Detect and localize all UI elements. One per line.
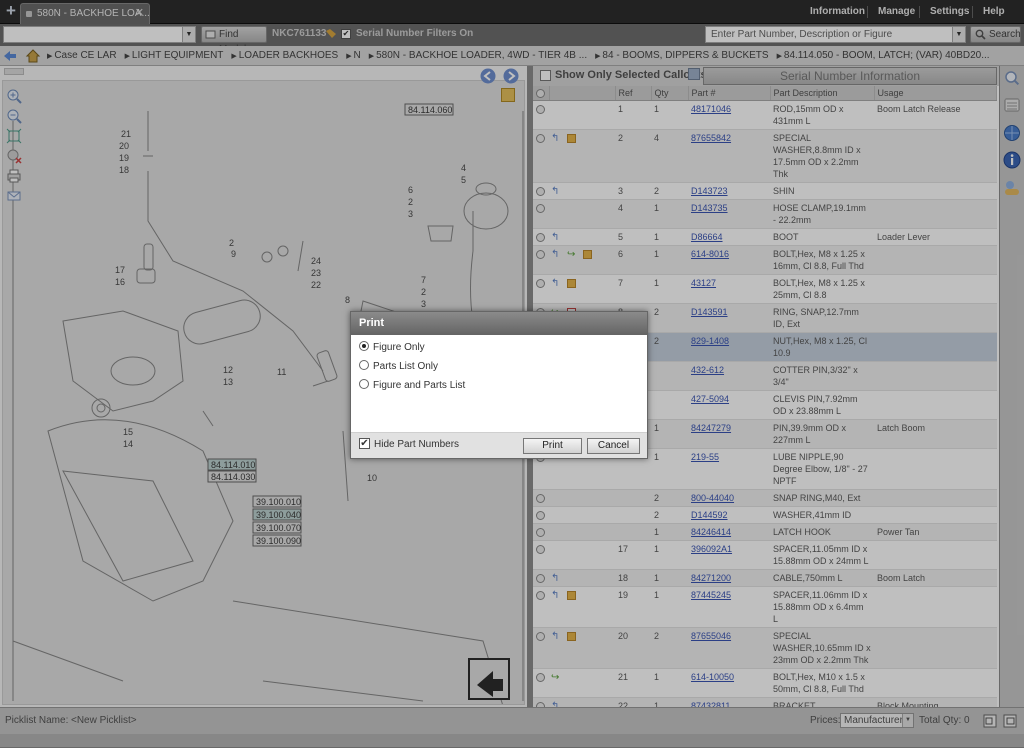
checkmark-icon[interactable]: ✔ bbox=[359, 438, 370, 449]
print-dialog: Print Figure Only Parts List Only Figure… bbox=[350, 311, 648, 459]
option-label: Parts List Only bbox=[373, 361, 439, 372]
option-label: Figure Only bbox=[373, 342, 425, 353]
print-dialog-title: Print bbox=[351, 312, 647, 335]
radio-icon[interactable] bbox=[359, 360, 369, 371]
radio-selected-icon[interactable] bbox=[359, 341, 369, 352]
hide-part-numbers-label: Hide Part Numbers bbox=[374, 439, 460, 451]
option-figure-only[interactable]: Figure Only bbox=[359, 341, 425, 353]
option-figure-and-parts-list[interactable]: Figure and Parts List bbox=[359, 379, 466, 391]
print-button[interactable]: Print bbox=[523, 438, 582, 454]
radio-icon[interactable] bbox=[359, 379, 369, 390]
print-dialog-footer: ✔ Hide Part Numbers Print Cancel bbox=[351, 432, 647, 458]
option-label: Figure and Parts List bbox=[373, 380, 466, 391]
hide-part-numbers-checkbox[interactable]: ✔ Hide Part Numbers bbox=[359, 438, 460, 451]
cancel-button[interactable]: Cancel bbox=[587, 438, 640, 454]
option-parts-list-only[interactable]: Parts List Only bbox=[359, 360, 439, 372]
